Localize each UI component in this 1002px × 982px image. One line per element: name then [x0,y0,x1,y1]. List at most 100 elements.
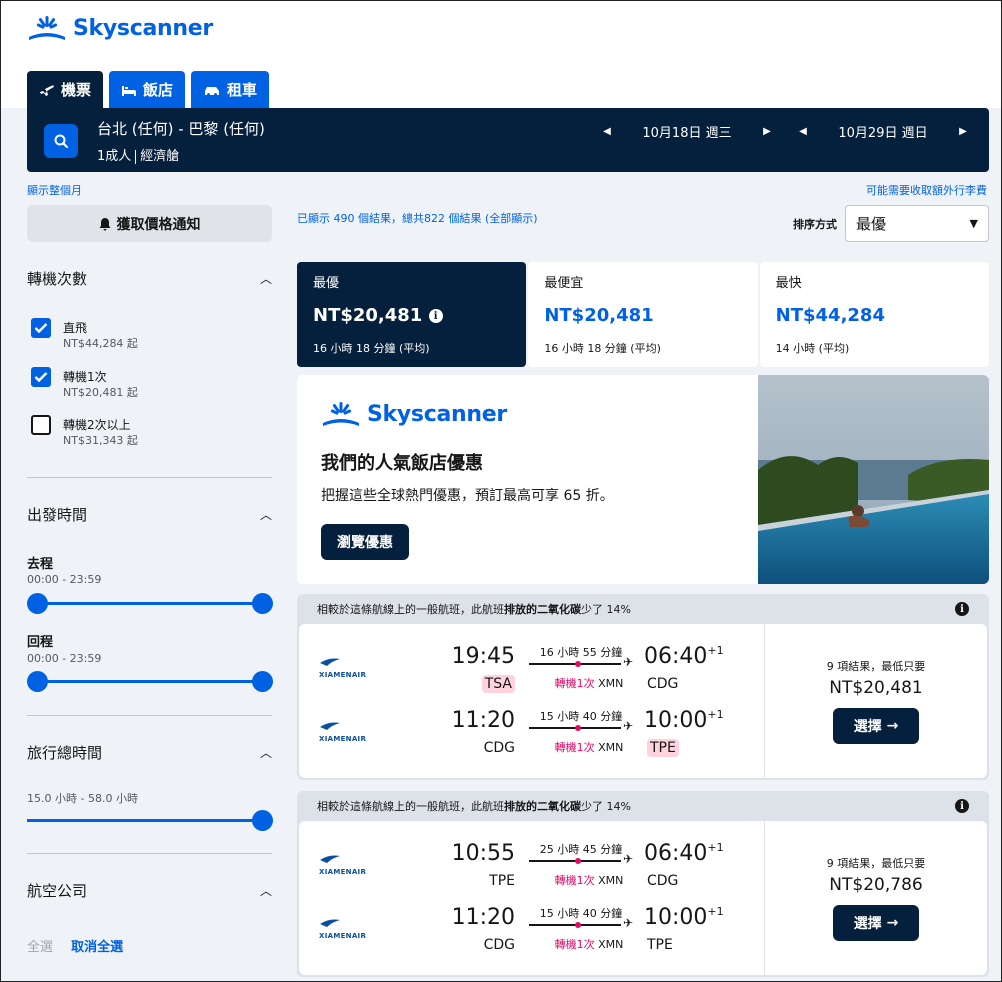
price-alert-button[interactable]: 獲取價格通知 [27,205,272,242]
route-line [529,661,621,667]
arrival-time: 10:00+1 [644,708,724,733]
flight-price: NT$20,786 [829,875,923,895]
sort-tab-label: 最優 [313,276,340,291]
departure-time-filter-header[interactable]: 出發時間 ︿ [27,504,272,525]
filter-divider [27,715,272,716]
stop-dot [575,725,581,731]
search-button[interactable] [44,124,78,158]
chevron-up-icon: ︿ [259,746,272,760]
car-icon [205,86,220,95]
xiamen-air-logo-icon [320,722,340,730]
outbound-time-slider[interactable] [27,593,273,614]
leg-duration: 16 小時 55 分鐘 [539,646,623,659]
return-range: 00:00 - 23:59 [27,652,102,665]
sort-tab-fastest[interactable]: 最快 NT$44,284 14 小時 (平均) [759,262,989,367]
outbound-range: 00:00 - 23:59 [27,573,102,586]
sort-dropdown[interactable]: 最優 ▼ [845,205,989,242]
info-circle-icon[interactable]: i [955,602,969,616]
passenger-cabin[interactable]: 1成人 經濟艙 [97,145,179,164]
info-circle-icon[interactable]: i [428,309,443,323]
browse-deals-button[interactable]: 瀏覽優惠 [321,524,409,560]
filter-divider [27,853,272,854]
select-all-link[interactable]: 全選 [27,940,53,955]
airline-logo: XIAMENAIR [319,716,379,743]
price-alert-label: 獲取價格通知 [116,216,201,233]
sort-value: 最優 [856,215,887,233]
stops-option-two-plus[interactable]: 轉機2次以上 NT$31,343 起 [31,415,138,449]
show-month-link[interactable]: 顯示整個月 [27,182,82,198]
stops-filter-title: 轉機次數 [27,270,88,288]
depart-date-picker: ◀ 10月18日 週三 ▶ [597,122,777,141]
plane-icon: ✈ [623,916,634,930]
stops-option-one[interactable]: 轉機1次 NT$20,481 起 [31,367,138,401]
infinity-pool-image [758,375,989,584]
departure-time: 11:20 [451,708,515,733]
plane-icon: ✈ [623,719,634,733]
chevron-up-icon: ︿ [259,272,272,286]
arrival-airport: CDG [647,873,679,889]
flight-leg-outbound: XIAMENAIR 19:45 TSA 16 小時 55 分鐘 ✈ 轉機1次 X… [299,630,765,694]
promo-logo: Skyscanner [321,401,507,427]
arrow-right-icon: → [886,915,899,931]
stops-option-label: 轉機2次以上 [63,418,131,432]
plane-icon [40,85,54,96]
checkbox-checked[interactable] [31,367,51,387]
return-next-arrow-icon[interactable]: ▶ [953,126,973,137]
duration-filter-header[interactable]: 旅行總時間 ︿ [27,742,272,763]
return-date-picker: ◀ 10月29日 週日 ▶ [793,122,973,141]
plane-icon: ✈ [623,655,634,669]
sort-tab-best[interactable]: 最優 NT$20,481 i 16 小時 18 分鐘 (平均) [297,262,527,367]
clear-all-link[interactable]: 取消全選 [71,940,123,955]
tab-cars-label: 租車 [227,81,258,99]
co2-note: 相較於這條航線上的一般航班，此航班排放的二氧化碳少了 14% i [297,791,989,821]
stop-dot [575,661,581,667]
checkbox-checked[interactable] [31,318,51,338]
depart-date[interactable]: 10月18日 週三 [617,122,757,141]
duration-slider[interactable] [27,810,273,831]
stops-filter-header[interactable]: 轉機次數 ︿ [27,268,272,289]
depart-prev-arrow-icon[interactable]: ◀ [597,126,617,137]
flight-card[interactable]: 相較於這條航線上的一般航班，此航班排放的二氧化碳少了 14% i XIAMENA… [297,791,989,977]
stops-option-direct[interactable]: 直飛 NT$44,284 起 [31,318,138,352]
airline-logo: XIAMENAIR [319,652,379,679]
stops-option-label: 轉機1次 [63,370,107,384]
checkbox-unchecked[interactable] [31,415,51,435]
price-column: 9 項結果，最低只要 NT$20,786 選擇 → [765,821,987,975]
slider-handle-min[interactable] [27,593,48,614]
depart-next-arrow-icon[interactable]: ▶ [757,126,777,137]
results-count[interactable]: 已顯示 490 個結果，總共822 個結果 (全部顯示) [297,210,538,226]
stop-dot [575,922,581,928]
stop-info: 轉機1次 XMN [554,938,624,951]
cabin-class: 經濟艙 [140,149,180,164]
airline-logo: XIAMENAIR [319,913,379,940]
return-time-slider[interactable] [27,671,273,692]
tab-hotels[interactable]: 飯店 [109,71,186,108]
return-prev-arrow-icon[interactable]: ◀ [793,126,813,137]
tab-cars[interactable]: 租車 [191,71,270,108]
airline-logo: XIAMENAIR [319,849,379,876]
slider-handle-max[interactable] [252,593,273,614]
arrow-right-icon: → [886,718,899,734]
stops-option-price: NT$31,343 起 [63,434,138,447]
return-date[interactable]: 10月29日 週日 [813,122,953,141]
select-flight-button[interactable]: 選擇 → [833,905,919,941]
slider-handle-max[interactable] [252,671,273,692]
flight-card[interactable]: 相較於這條航線上的一般航班，此航班排放的二氧化碳少了 14% i XIAMENA… [297,594,989,780]
tab-flights[interactable]: 機票 [27,71,104,108]
sort-tab-cheapest[interactable]: 最便宜 NT$20,481 16 小時 18 分鐘 (平均) [528,262,758,367]
sort-label: 排序方式 [793,218,837,231]
baggage-fees-link[interactable]: 可能需要收取額外行李費 [866,182,987,198]
deal-count: 9 項結果，最低只要 [826,857,926,870]
slider-handle-max[interactable] [252,810,273,831]
xiamen-air-logo-icon [320,855,340,863]
slider-handle-min[interactable] [27,671,48,692]
departure-time-title: 出發時間 [27,506,88,524]
skyscanner-logo[interactable]: Skyscanner [27,15,213,41]
airline-name: XIAMENAIR [319,671,367,679]
info-circle-icon[interactable]: i [955,799,969,813]
departure-time: 11:20 [451,905,515,930]
arrival-time: 06:40+1 [644,841,724,866]
airlines-filter-header[interactable]: 航空公司 ︿ [27,880,272,901]
route-text[interactable]: 台北 (任何) - 巴黎 (任何) [97,118,265,139]
select-flight-button[interactable]: 選擇 → [833,708,919,744]
